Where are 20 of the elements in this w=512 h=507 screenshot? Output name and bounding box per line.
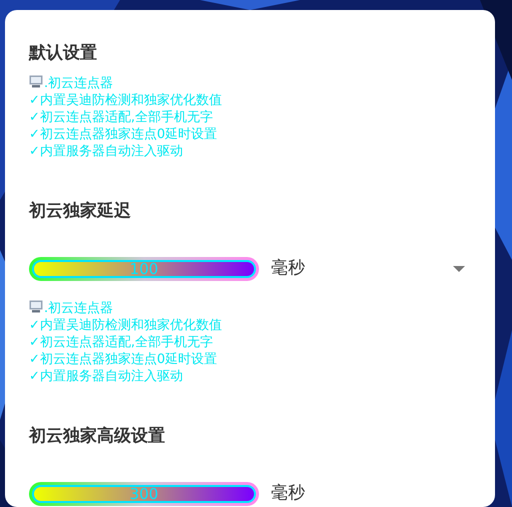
input-field[interactable]: 300 <box>29 482 259 506</box>
section-title: 初云独家高级设置 <box>29 425 166 447</box>
feature-line: ✓初云连点器独家连点0延时设置 <box>29 351 218 368</box>
dropdown-arrow-icon[interactable] <box>453 266 465 272</box>
feature-line: ✓初云连点器适配,全部手机无字 <box>29 334 214 351</box>
unit-label: 毫秒 <box>271 257 305 280</box>
section-title: 初云独家延迟 <box>29 200 132 222</box>
feature-line: ✓初云连点器独家连点0延时设置 <box>29 126 218 143</box>
feature-line: ✓内置服务器自动注入驱动 <box>29 368 184 385</box>
feature-line: ✓内置吴迪防检测和独家优化数值 <box>29 92 223 109</box>
unit-label: 毫秒 <box>271 482 305 506</box>
feature-line: .初云连点器 <box>29 300 469 317</box>
feature-line: ✓内置吴迪防检测和独家优化数值 <box>29 317 223 334</box>
feature-line: .初云连点器 <box>29 75 469 92</box>
feature-line: ✓内置服务器自动注入驱动 <box>29 143 184 160</box>
computer-icon <box>29 75 43 88</box>
computer-icon <box>29 300 43 313</box>
input-field[interactable]: 100 <box>29 257 259 281</box>
section-title: 默认设置 <box>29 42 98 64</box>
feature-line: ✓初云连点器适配,全部手机无字 <box>29 109 214 126</box>
